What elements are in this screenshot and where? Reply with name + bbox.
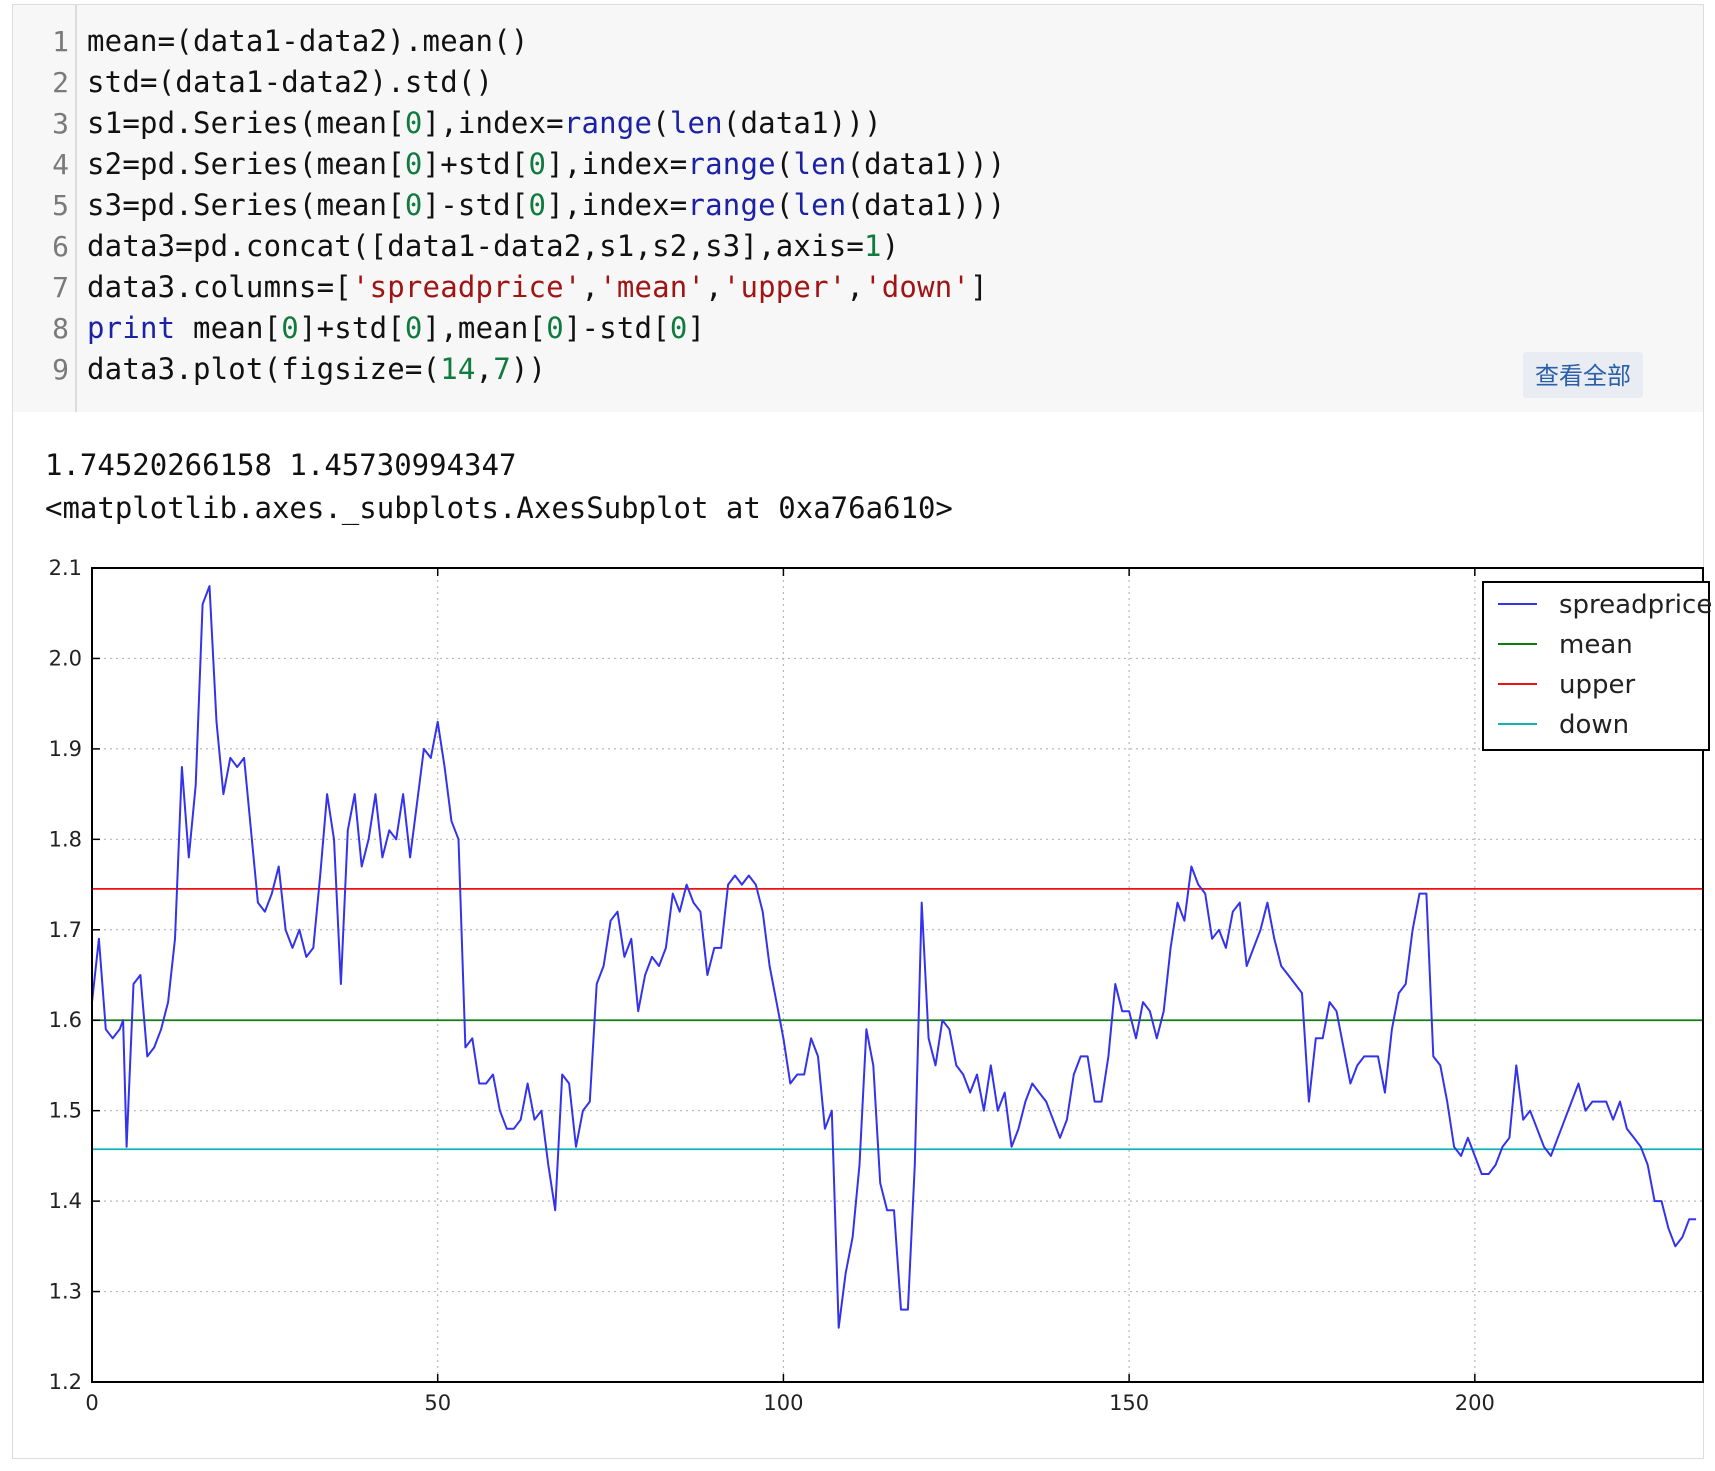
line-chart: 1.2 1.3 1.4 1.5 1.6 1.7 1.8 1.9 2.0 2.1 0 50 100 150 2… xyxy=(49,556,1713,1415)
y-tick-label: 2.1 xyxy=(49,556,82,580)
chart-legend: spreadprice mean upper down xyxy=(1482,581,1712,751)
legend-label-mean: mean xyxy=(1559,630,1633,660)
y-tick-label: 1.8 xyxy=(49,827,82,851)
x-tick-label: 200 xyxy=(1455,1391,1495,1415)
y-tick-label: 1.4 xyxy=(49,1189,82,1213)
y-tick-label: 1.9 xyxy=(49,737,82,761)
legend-label-upper: upper xyxy=(1559,670,1635,700)
x-tick-label: 50 xyxy=(424,1391,451,1415)
x-tick-label: 100 xyxy=(763,1391,803,1415)
y-tick-label: 1.7 xyxy=(49,918,82,942)
y-tick-label: 1.6 xyxy=(49,1008,82,1032)
legend-label-spreadprice: spreadprice xyxy=(1559,590,1712,620)
y-tick-label: 2.0 xyxy=(49,646,82,670)
legend-label-down: down xyxy=(1559,710,1629,740)
y-tick-label: 1.2 xyxy=(49,1370,82,1394)
y-tick-label: 1.3 xyxy=(49,1280,82,1304)
y-tick-label: 1.5 xyxy=(49,1099,82,1123)
x-tick-label: 150 xyxy=(1109,1391,1149,1415)
x-tick-label: 0 xyxy=(85,1391,98,1415)
